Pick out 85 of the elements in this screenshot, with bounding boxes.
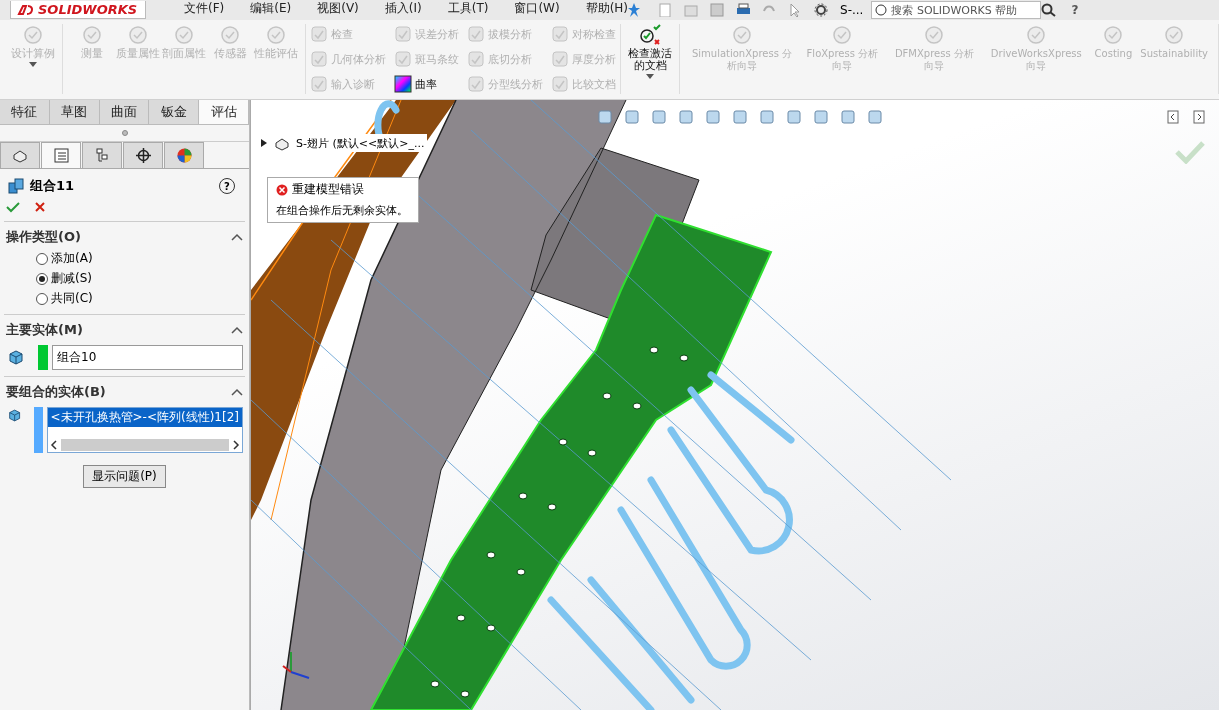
tool-icon [551,25,569,43]
ribbon-button[interactable]: 曲率 [394,74,459,94]
search-icon[interactable] [1041,3,1058,17]
axis-triad-icon [281,650,311,680]
tool-icon [219,24,241,46]
list-icon [52,147,70,164]
scroll-left-icon[interactable] [49,440,58,450]
menu-item[interactable]: 窗口(W) [514,2,560,14]
tool-icon [394,25,412,43]
radio-label: 共同(C) [51,290,93,307]
section-title: 操作类型(O) [6,228,81,246]
menu-item[interactable]: 插入(I) [384,2,422,14]
tool-icon [923,24,946,46]
menu-item[interactable]: 编辑(E) [250,2,292,14]
tool-icon [1025,24,1048,46]
expand-pane-icon[interactable] [1193,110,1205,124]
ds-logo-icon [17,3,35,16]
confirm-icon[interactable] [6,201,20,213]
tool-icon [551,75,569,93]
list-item[interactable]: <未开孔换热管>-<阵列(线性)1[2] [47,408,242,427]
tab[interactable]: 评估 [199,100,249,124]
section-title: 主要实体(M) [6,321,83,339]
tool-icon [265,24,287,46]
ribbon-button[interactable]: 检查激活的文档 [627,24,673,94]
tool-icon [310,75,328,93]
error-title: 重建模型错误 [292,181,364,198]
bodies-icon [8,178,24,194]
show-problems-button[interactable]: 显示问题(P) [83,465,166,488]
tool-icon [467,25,485,43]
menu-item[interactable]: 视图(V) [317,2,359,14]
tool-icon [394,50,412,68]
radio-button[interactable] [36,252,48,265]
tool-icon [22,24,44,46]
tool-icon [310,50,328,68]
check-icon [638,24,662,46]
splitter-handle-icon[interactable] [121,130,128,136]
cancel-icon[interactable] [34,201,46,213]
tab[interactable]: 曲面 [99,100,150,124]
panel-tab[interactable] [123,142,163,168]
tool-icon [310,25,328,43]
tool-icon [127,24,149,46]
error-icon [276,183,288,196]
tool-icon [1102,24,1125,46]
gradient-square-icon [394,75,412,93]
tool-icon [831,24,854,46]
scrollbar-thumb[interactable] [60,439,229,451]
menu-item[interactable]: 帮助(H) [585,2,629,14]
input-field[interactable]: 组合10 [52,345,243,370]
radio-label: 添加(A) [51,250,93,267]
radio-button[interactable] [36,272,48,285]
help-circle-icon [875,4,888,16]
scroll-right-icon[interactable] [232,440,240,450]
collapse-icon[interactable] [231,326,243,334]
section-title: 要组合的实体(B) [6,383,106,401]
search-field[interactable]: 搜索 SOLIDWORKS 帮助 [871,1,1042,19]
crosshair-icon [134,147,152,164]
tool-icon [173,24,195,46]
printer-icon[interactable] [736,3,751,17]
expand-arrow-icon[interactable] [260,139,268,147]
help-button[interactable]: ? [1071,3,1079,17]
tool-icon [551,50,569,68]
app-logo[interactable]: SOLIDWORKS [10,1,146,19]
new-file-icon[interactable] [658,3,673,17]
tool-icon [467,50,485,68]
document-name: S-... [840,3,864,17]
tab[interactable]: 草图 [49,100,100,124]
tool-icon [731,24,753,46]
collapse-pane-icon[interactable] [1167,110,1179,124]
feature-title: 组合11 [30,177,76,195]
menu-item[interactable]: 工具(T) [447,2,489,14]
tool-icon [81,24,103,46]
tree-icon [93,147,111,164]
tab[interactable]: 特征 [0,100,50,124]
radio-label: 删减(S) [51,270,92,287]
collapse-icon[interactable] [231,388,243,396]
radio-button[interactable] [36,292,48,305]
error-message: 在组合操作后无剩余实体。 [276,203,408,218]
pin-icon[interactable] [628,2,641,18]
tool-icon [1163,24,1186,46]
color-wheel-icon [175,147,193,164]
menu-item[interactable]: 文件(F) [184,2,225,14]
collapse-icon[interactable] [231,233,243,241]
settings-icon[interactable] [814,3,829,17]
tab[interactable]: 钣金 [149,100,200,124]
tool-icon [467,75,485,93]
